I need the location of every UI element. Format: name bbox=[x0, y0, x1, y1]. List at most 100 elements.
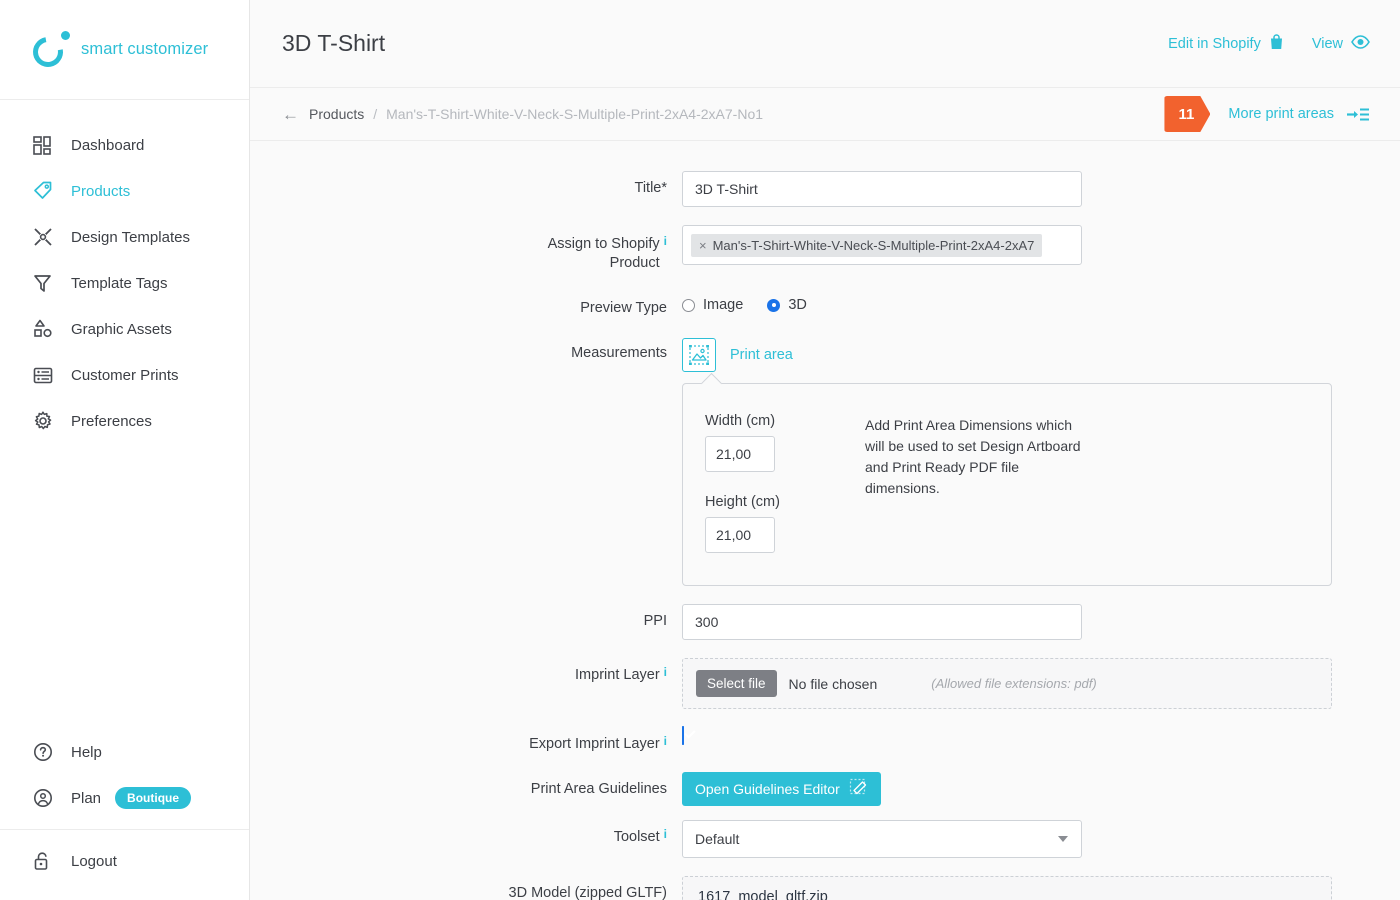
sidebar-item-help[interactable]: Help bbox=[0, 729, 249, 775]
sidebar-item-label: Help bbox=[71, 743, 102, 761]
sidebar-item-logout[interactable]: Logout bbox=[0, 838, 249, 884]
radio-image[interactable] bbox=[682, 298, 695, 312]
sidebar-item-label: Preferences bbox=[71, 412, 152, 430]
view-label: View bbox=[1311, 35, 1343, 52]
imprint-no-file-text: No file chosen bbox=[788, 675, 878, 692]
info-icon[interactable]: i bbox=[664, 828, 667, 840]
sidebar-bottom: Help Plan Boutique Logout bbox=[0, 729, 249, 900]
info-icon[interactable]: i bbox=[664, 735, 667, 747]
imprint-layer-file-field: Select file No file chosen (Allowed file… bbox=[682, 658, 1332, 709]
sidebar-item-label: Customer Prints bbox=[71, 366, 179, 384]
model-file-field: 1617_model_gltf.zip Delete Change bbox=[682, 876, 1332, 900]
field-row-title: Title* bbox=[282, 171, 1370, 207]
guidelines-label: Print Area Guidelines bbox=[530, 781, 667, 797]
assign-product-input[interactable]: × Man's-T-Shirt-White-V-Neck-S-Multiple-… bbox=[682, 225, 1082, 265]
remove-tag-icon[interactable]: × bbox=[699, 238, 707, 253]
width-input[interactable] bbox=[705, 436, 775, 472]
sidebar-item-template-tags[interactable]: Template Tags bbox=[0, 260, 249, 306]
model-label: 3D Model (zipped GLTF) bbox=[508, 885, 667, 900]
field-row-imprint-layer: Imprint Layer i Select file No file chos… bbox=[282, 658, 1370, 709]
prints-icon bbox=[33, 366, 59, 385]
imprint-select-file-button[interactable]: Select file bbox=[696, 670, 777, 697]
print-areas-actions: 11 More print areas bbox=[1164, 96, 1400, 132]
radio-3d-label: 3D bbox=[788, 297, 807, 313]
radio-image-label: Image bbox=[703, 297, 744, 313]
radio-3d[interactable] bbox=[767, 298, 781, 312]
ppi-input[interactable] bbox=[682, 604, 1082, 640]
brand-logo[interactable]: smart customizer bbox=[0, 0, 249, 100]
width-label: Width (cm) bbox=[705, 413, 776, 429]
preview-type-label: Preview Type bbox=[580, 300, 667, 316]
height-label: Height (cm) bbox=[705, 494, 780, 510]
sidebar-item-dashboard[interactable]: Dashboard bbox=[0, 122, 249, 168]
page-header: 3D T-Shirt Edit in Shopify View bbox=[250, 0, 1400, 88]
unlock-icon bbox=[33, 851, 59, 871]
ppi-label: PPI bbox=[643, 613, 667, 629]
main-content: 3D T-Shirt Edit in Shopify View ← Produc… bbox=[250, 0, 1400, 900]
breadcrumb-current: Man's-T-Shirt-White-V-Neck-S-Multiple-Pr… bbox=[386, 106, 764, 122]
field-row-toolset: Toolset i Default bbox=[282, 820, 1370, 858]
measurements-tabs: Print area bbox=[682, 336, 1370, 372]
design-templates-icon bbox=[33, 227, 59, 247]
imprint-allowed-extensions: (Allowed file extensions: pdf) bbox=[931, 676, 1097, 691]
height-input[interactable] bbox=[705, 517, 775, 553]
guidelines-editor-icon bbox=[849, 778, 868, 800]
print-area-help-text: Add Print Area Dimensions which will be … bbox=[865, 417, 1081, 496]
print-area-icon[interactable] bbox=[682, 338, 716, 372]
sidebar-item-customer-prints[interactable]: Customer Prints bbox=[0, 352, 249, 398]
sidebar-item-graphic-assets[interactable]: Graphic Assets bbox=[0, 306, 249, 352]
open-guidelines-editor-button[interactable]: Open Guidelines Editor bbox=[682, 772, 881, 806]
edit-in-shopify-label: Edit in Shopify bbox=[1168, 35, 1261, 52]
sidebar-item-label: Products bbox=[71, 182, 131, 200]
export-imprint-label: Export Imprint Layer i bbox=[529, 734, 667, 752]
sidebar-item-plan[interactable]: Plan Boutique bbox=[0, 775, 249, 821]
print-area-tab-label[interactable]: Print area bbox=[730, 347, 793, 363]
sidebar-item-design-templates[interactable]: Design Templates bbox=[0, 214, 249, 260]
field-row-3d-model: 3D Model (zipped GLTF) 1617_model_gltf.z… bbox=[282, 876, 1370, 900]
view-link[interactable]: View bbox=[1311, 34, 1370, 53]
edit-in-shopify-link[interactable]: Edit in Shopify bbox=[1168, 33, 1284, 54]
toolset-selected-value: Default bbox=[695, 831, 740, 847]
toolset-select[interactable]: Default bbox=[682, 820, 1082, 858]
breadcrumb-products-link[interactable]: Products bbox=[309, 106, 364, 122]
brand-name: smart customizer bbox=[81, 40, 209, 58]
app-root: smart customizer Dashboard Products Desi bbox=[0, 0, 1400, 900]
arrow-to-list-icon[interactable] bbox=[1346, 107, 1370, 122]
info-icon[interactable]: i bbox=[664, 666, 667, 678]
info-icon[interactable]: i bbox=[664, 235, 667, 247]
dashboard-icon bbox=[33, 135, 59, 155]
breadcrumb: ← Products / Man's-T-Shirt-White-V-Neck-… bbox=[250, 88, 1400, 141]
sidebar-item-label: Plan bbox=[71, 789, 102, 807]
assign-product-label: Assign to Shopify Product i bbox=[547, 234, 667, 271]
smart-customizer-logo-icon bbox=[27, 31, 70, 73]
more-print-areas-link[interactable]: More print areas bbox=[1228, 106, 1334, 122]
question-circle-icon bbox=[33, 742, 59, 762]
assigned-product-tag: × Man's-T-Shirt-White-V-Neck-S-Multiple-… bbox=[691, 233, 1043, 257]
field-row-guidelines: Print Area Guidelines Open Guidelines Ed… bbox=[282, 772, 1370, 806]
title-input[interactable] bbox=[682, 171, 1082, 207]
plan-badge: Boutique bbox=[115, 787, 192, 809]
preview-type-option-image[interactable]: Image bbox=[682, 297, 743, 313]
shopify-bag-icon bbox=[1269, 33, 1284, 54]
assigned-product-name: Man's-T-Shirt-White-V-Neck-S-Multiple-Pr… bbox=[712, 237, 1035, 253]
print-area-panel: Width (cm) Height (cm) Add Print Area Di… bbox=[682, 383, 1332, 586]
chevron-down-icon bbox=[1058, 836, 1068, 842]
eye-icon bbox=[1351, 34, 1370, 53]
sidebar-item-label: Graphic Assets bbox=[71, 320, 172, 338]
sidebar: smart customizer Dashboard Products Desi bbox=[0, 0, 250, 900]
gear-icon bbox=[33, 411, 59, 431]
open-guidelines-editor-label: Open Guidelines Editor bbox=[695, 781, 840, 797]
print-area-dimensions: Width (cm) Height (cm) bbox=[705, 413, 865, 585]
field-row-assign-product: Assign to Shopify Product i × Man's-T-Sh… bbox=[282, 225, 1370, 273]
shapes-icon bbox=[33, 319, 59, 339]
sidebar-item-preferences[interactable]: Preferences bbox=[0, 398, 249, 444]
field-row-measurements: Measurements Print area Width (cm) 21,00… bbox=[282, 336, 1370, 586]
preview-type-option-3d[interactable]: 3D bbox=[767, 297, 807, 313]
export-imprint-checkbox[interactable] bbox=[682, 726, 684, 745]
model-file-link[interactable]: 1617_model_gltf.zip bbox=[698, 889, 1316, 900]
sidebar-item-label: Dashboard bbox=[71, 136, 145, 154]
back-arrow-icon[interactable]: ← bbox=[282, 106, 299, 123]
sidebar-item-products[interactable]: Products bbox=[0, 168, 249, 214]
sidebar-item-label: Logout bbox=[71, 852, 117, 870]
sidebar-divider bbox=[0, 829, 249, 830]
